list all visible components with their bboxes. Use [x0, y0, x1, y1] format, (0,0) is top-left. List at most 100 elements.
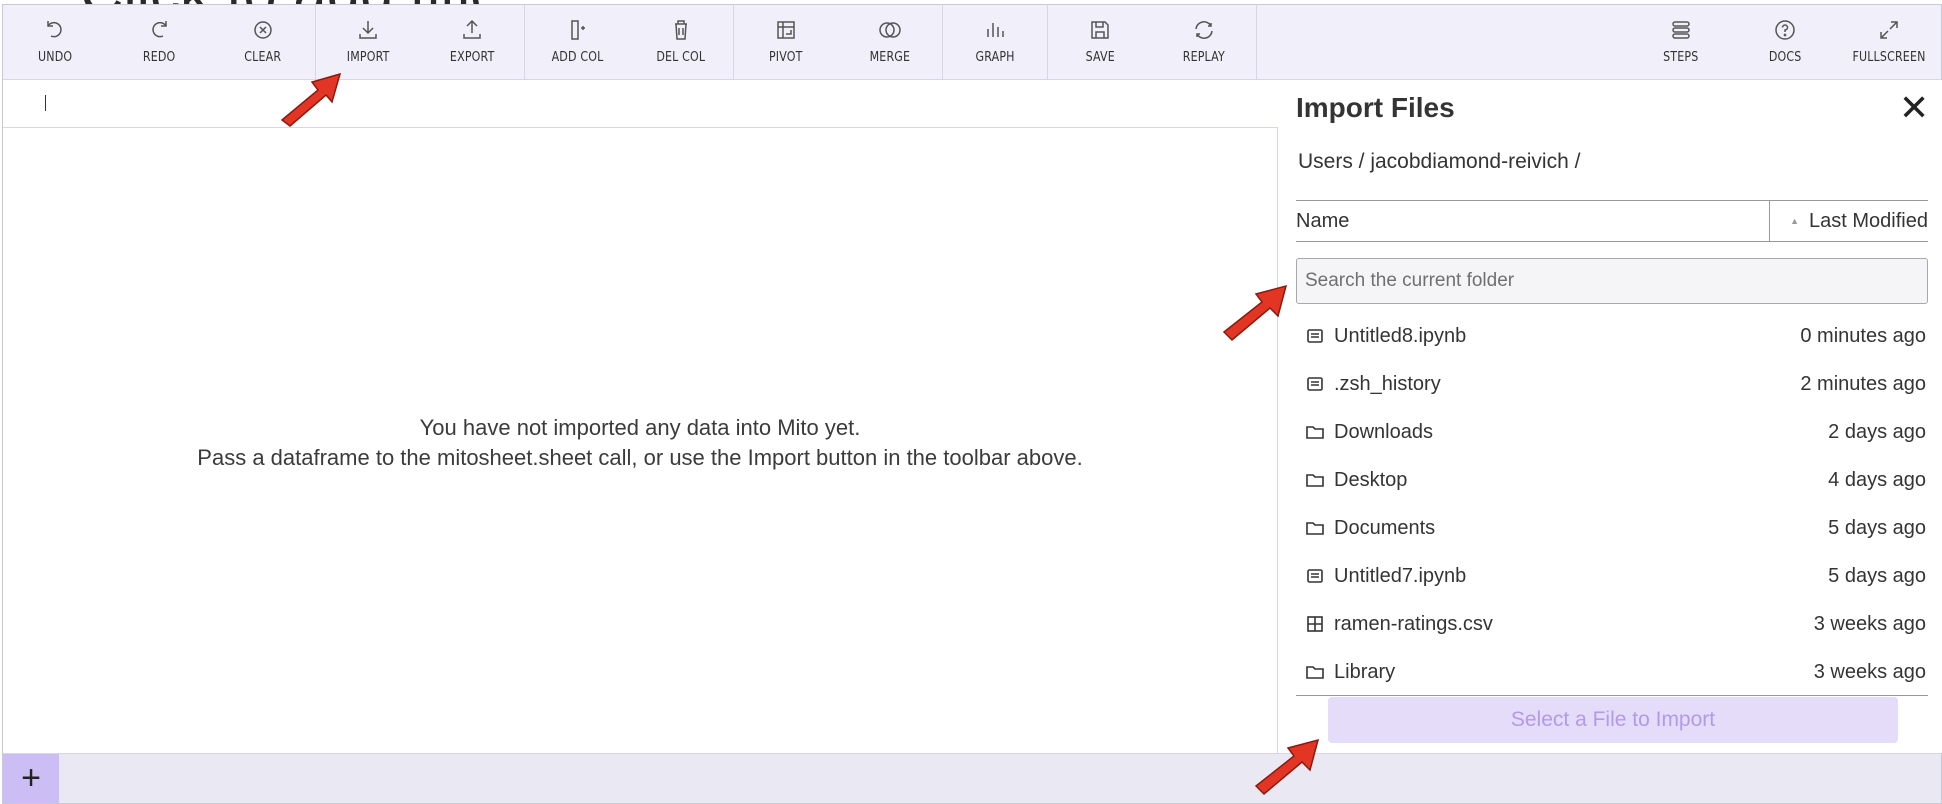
sort-ascending-icon: ▲: [1790, 216, 1800, 226]
toolbar-label: DEL COL: [656, 50, 706, 65]
fullscreen-button[interactable]: FULLSCREEN: [1837, 5, 1941, 79]
file-list-item[interactable]: Untitled8.ipynb 0 minutes ago: [1296, 312, 1928, 360]
search-input[interactable]: [1296, 258, 1928, 304]
file-last-modified: 2 minutes ago: [1800, 372, 1926, 395]
file-list-item[interactable]: Downloads 2 days ago: [1296, 408, 1928, 456]
toolbar-group-transform: PIVOT MERGE: [734, 5, 943, 79]
file-name: Untitled7.ipynb: [1334, 564, 1467, 587]
file-last-modified: 4 days ago: [1828, 468, 1926, 491]
graph-button[interactable]: GRAPH: [943, 5, 1047, 79]
file-list-item[interactable]: ramen-ratings.csv 3 weeks ago: [1296, 600, 1928, 648]
column-header-last-modified[interactable]: ▲ Last Modified: [1770, 210, 1928, 233]
toolbar-label: MERGE: [869, 50, 911, 65]
pivot-icon: [777, 21, 795, 39]
toolbar-group-history: UNDO REDO CLEAR: [3, 5, 316, 79]
panel-title: Import Files: [1296, 92, 1455, 123]
steps-button[interactable]: STEPS: [1629, 5, 1733, 79]
file-last-modified: 0 minutes ago: [1800, 324, 1926, 347]
docs-button[interactable]: DOCS: [1733, 5, 1837, 79]
folder-icon: [1304, 661, 1326, 683]
empty-sheet-message: You have not imported any data into Mito…: [3, 413, 1277, 473]
replay-icon: [1195, 21, 1213, 39]
file-list-item[interactable]: Desktop 4 days ago: [1296, 456, 1928, 504]
redo-icon: [152, 21, 167, 38]
export-button[interactable]: EXPORT: [420, 5, 524, 79]
file-last-modified: 5 days ago: [1828, 516, 1926, 539]
file-name: Documents: [1334, 516, 1436, 539]
file-list-item[interactable]: Untitled7.ipynb 5 days ago: [1296, 552, 1928, 600]
annotation-arrow-import-button: [1254, 738, 1320, 796]
del-col-icon: [675, 20, 687, 40]
del-col-button[interactable]: DEL COL: [629, 5, 733, 79]
file-icon: [1304, 565, 1326, 587]
toolbar-label: STEPS: [1663, 50, 1699, 65]
file-last-modified: 3 weeks ago: [1813, 660, 1926, 683]
sheet-area: You have not imported any data into Mito…: [3, 128, 1278, 753]
save-icon: [1091, 21, 1109, 39]
plus-icon: +: [21, 759, 41, 797]
toolbar-group-right: STEPS DOCS FULLSCREEN: [1629, 5, 1941, 79]
undo-icon: [47, 21, 62, 38]
file-name: Downloads: [1334, 420, 1433, 443]
file-list-header: Name ▲ Last Modified: [1296, 200, 1928, 242]
toolbar-group-columns: ADD COL DEL COL: [525, 5, 734, 79]
steps-icon: [1672, 21, 1690, 39]
undo-button[interactable]: UNDO: [3, 5, 107, 79]
file-list-item[interactable]: Library 3 weeks ago: [1296, 648, 1928, 696]
column-header-name-label: Name: [1296, 209, 1350, 232]
redo-button[interactable]: REDO: [107, 5, 211, 79]
column-header-name[interactable]: Name: [1296, 201, 1770, 241]
file-name: .zsh_history: [1334, 372, 1441, 395]
toolbar-group-save: SAVE REPLAY: [1048, 5, 1257, 79]
file-list-item[interactable]: .zsh_history 2 minutes ago: [1296, 360, 1928, 408]
file-name: Library: [1334, 660, 1396, 683]
toolbar-label: PIVOT: [769, 50, 803, 65]
add-col-icon: [571, 20, 585, 40]
formula-cursor: [45, 95, 46, 111]
toolbar-label: DOCS: [1768, 50, 1802, 65]
toolbar-label: ADD COL: [551, 50, 603, 65]
sheet-tab-bar: +: [3, 753, 1941, 803]
file-last-modified: 2 days ago: [1828, 420, 1926, 443]
save-button[interactable]: SAVE: [1048, 5, 1152, 79]
clear-icon: [254, 21, 272, 39]
toolbar-label: UNDO: [37, 50, 73, 65]
import-files-panel: Import Files ✕ Users / jacobdiamond-reiv…: [1279, 80, 1942, 753]
docs-icon: [1775, 20, 1795, 40]
toolbar-label: FULLSCREEN: [1852, 50, 1926, 65]
file-icon: [1304, 325, 1326, 347]
file-name: ramen-ratings.csv: [1334, 612, 1493, 635]
select-file-to-import-button[interactable]: Select a File to Import: [1328, 697, 1898, 743]
replay-button[interactable]: REPLAY: [1152, 5, 1256, 79]
breadcrumb[interactable]: Users / jacobdiamond-reivich /: [1298, 150, 1580, 174]
folder-icon: [1304, 517, 1326, 539]
add-sheet-button[interactable]: +: [3, 754, 59, 803]
toolbar-label: EXPORT: [449, 50, 495, 65]
file-list-item[interactable]: Documents 5 days ago: [1296, 504, 1928, 552]
annotation-arrow-search: [1222, 284, 1288, 342]
file-icon: [1304, 373, 1326, 395]
pivot-button[interactable]: PIVOT: [734, 5, 838, 79]
toolbar-label: REDO: [142, 50, 176, 65]
folder-icon: [1304, 469, 1326, 491]
toolbar-label: SAVE: [1085, 50, 1115, 65]
file-list: Untitled8.ipynb 0 minutes ago .zsh_history…: [1296, 312, 1928, 696]
file-last-modified: 3 weeks ago: [1813, 612, 1926, 635]
column-header-last-modified-label: Last Modified: [1809, 209, 1928, 232]
add-col-button[interactable]: ADD COL: [525, 5, 629, 79]
export-icon: [463, 19, 481, 39]
merge-button[interactable]: MERGE: [838, 5, 942, 79]
merge-icon: [879, 22, 901, 38]
toolbar-label: GRAPH: [975, 50, 1015, 65]
table-file-icon: [1304, 613, 1326, 635]
graph-icon: [987, 23, 1004, 37]
file-name: Untitled8.ipynb: [1334, 324, 1467, 347]
file-last-modified: 5 days ago: [1828, 564, 1926, 587]
import-icon: [359, 21, 377, 39]
close-icon[interactable]: ✕: [1899, 90, 1929, 126]
empty-message-line2: Pass a dataframe to the mitosheet.sheet …: [197, 445, 1083, 470]
folder-icon: [1304, 421, 1326, 443]
toolbar-label: REPLAY: [1182, 50, 1226, 65]
formula-bar[interactable]: [3, 80, 1278, 128]
